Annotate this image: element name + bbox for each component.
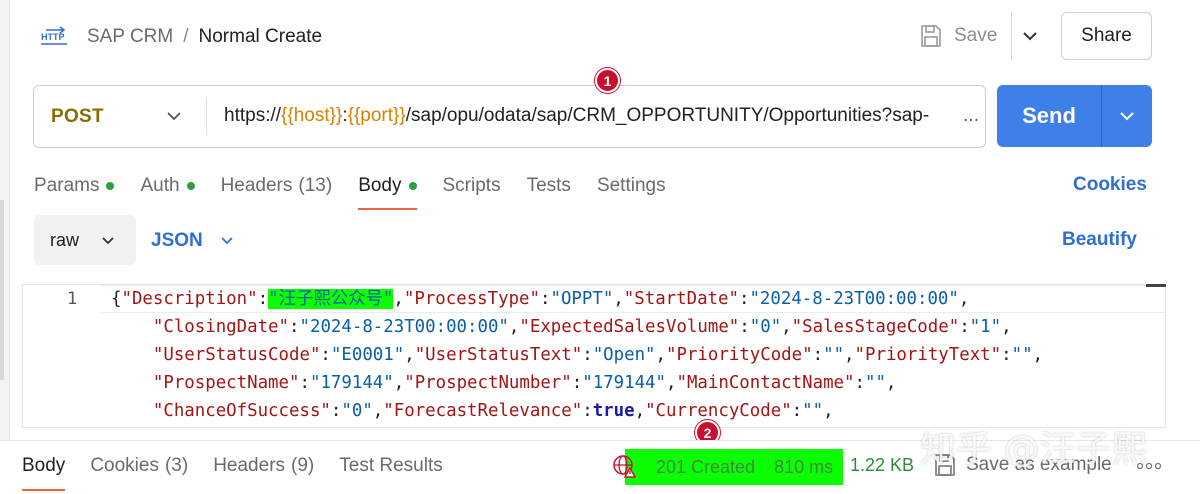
chevron-down-icon	[102, 237, 114, 245]
save-as-example-button[interactable]: Save as example	[934, 453, 1112, 477]
status-dot	[106, 182, 115, 190]
tab-params[interactable]: Params	[34, 172, 115, 200]
tab-scripts[interactable]: Scripts	[443, 172, 501, 200]
tab-label: Scripts	[442, 175, 501, 196]
url-ellipsis: ...	[961, 103, 979, 129]
code-content: {"Description":"汪子熙公众号","ProcessType":"O…	[111, 285, 1161, 425]
send-options-button[interactable]	[1102, 85, 1152, 147]
tab-body[interactable]: Body	[358, 172, 417, 210]
tab-label: Params	[34, 175, 100, 196]
annotation-badge-1: 1	[595, 68, 620, 93]
request-title[interactable]: Normal Create	[199, 26, 323, 47]
url-var-port: {{port}}	[347, 105, 406, 126]
status-code: 201 Created	[656, 456, 756, 477]
editor-gutter: 1	[23, 285, 101, 427]
line-number: 1	[67, 289, 78, 309]
chevron-down-icon	[221, 237, 233, 245]
svg-text:HTTP: HTTP	[41, 32, 65, 42]
more-dots-icon[interactable]	[1137, 462, 1161, 470]
breadcrumb-separator: /	[183, 26, 189, 47]
status-dot	[408, 182, 417, 190]
tab-label: Settings	[596, 175, 666, 196]
floppy-disk-icon	[921, 25, 941, 47]
save-options-button[interactable]	[1018, 24, 1042, 48]
response-tab-body[interactable]: Body	[22, 455, 66, 491]
request-header: HTTP SAP CRM / Normal Create Save Share	[0, 0, 1200, 72]
code-line: {"Description":"汪子熙公众号","ProcessType":"O…	[111, 289, 970, 309]
response-tab-test-results[interactable]: Test Results	[339, 455, 442, 477]
method-select[interactable]: POST	[34, 86, 206, 147]
url-divider	[206, 98, 207, 135]
url-var-host: {{host}}	[281, 105, 343, 126]
editor-scrollbar[interactable]	[1146, 284, 1166, 287]
highlighted-value: "汪子熙公众号"	[268, 289, 394, 309]
tab-settings[interactable]: Settings	[597, 172, 666, 200]
response-status[interactable]: 201 Created 810 ms	[625, 449, 843, 485]
body-format-select[interactable]: JSON	[151, 228, 235, 254]
share-button[interactable]: Share	[1061, 12, 1152, 60]
body-mode-label: raw	[50, 229, 80, 250]
save-label: Save	[954, 25, 998, 46]
tab-label: Body	[22, 455, 66, 476]
tab-count: (9)	[291, 455, 315, 476]
tab-count: (3)	[164, 455, 189, 476]
response-tab-headers[interactable]: Headers (9)	[213, 455, 314, 477]
tab-label: Body	[358, 175, 402, 196]
breadcrumb-collection[interactable]: SAP CRM	[87, 26, 173, 47]
tab-headers[interactable]: Headers (13)	[221, 172, 333, 200]
url-bar: POST https://{{host}}:{{port}}/sap/opu/o…	[33, 85, 986, 148]
chevron-down-icon	[1023, 32, 1037, 41]
url-path: /sap/opu/odata/sap/CRM_OPPORTUNITY/Oppor…	[405, 105, 930, 126]
code-line: "ProspectName":"179144","ProspectNumber"…	[152, 373, 897, 393]
code-line: "UserStatusCode":"E0001","UserStatusText…	[152, 345, 1044, 365]
response-bar: Body Cookies (3) Headers (9) Test Results …	[0, 440, 1200, 494]
url-input[interactable]: https://{{host}}:{{port}}/sap/opu/odata/…	[224, 103, 979, 129]
response-tabs: Body Cookies (3) Headers (9) Test Results	[22, 455, 468, 491]
save-button[interactable]: Save	[920, 22, 997, 50]
code-line: "ClosingDate":"2024-8-23T00:00:00","Expe…	[152, 317, 1012, 337]
body-editor[interactable]: 1 {"Description":"汪子熙公众号","ProcessType":…	[22, 284, 1166, 428]
tab-label: Headers	[220, 175, 293, 196]
http-file-icon: HTTP	[40, 24, 68, 48]
response-size[interactable]: 1.22 KB	[850, 455, 914, 476]
tab-label: Auth	[140, 175, 180, 196]
chevron-down-icon	[1120, 112, 1134, 121]
left-edge-panel	[0, 0, 10, 494]
status-dot	[186, 182, 195, 190]
body-mode-select[interactable]: raw	[34, 215, 136, 265]
tab-auth[interactable]: Auth	[140, 172, 195, 200]
beautify-button[interactable]: Beautify	[1062, 229, 1137, 251]
header-divider	[1011, 12, 1012, 60]
url-prefix: https://	[224, 105, 282, 126]
tab-tests[interactable]: Tests	[527, 172, 571, 200]
send-button[interactable]: Send	[997, 85, 1101, 147]
cookies-link[interactable]: Cookies	[1073, 174, 1147, 196]
chevron-down-icon	[167, 112, 181, 121]
body-format-label: JSON	[151, 230, 203, 251]
tab-label: Tests	[526, 175, 571, 196]
floppy-disk-icon	[935, 454, 955, 476]
tab-count: (13)	[298, 175, 333, 196]
response-tab-cookies[interactable]: Cookies (3)	[90, 455, 188, 477]
save-as-example-label: Save as example	[966, 454, 1112, 475]
send-button-group: Send	[997, 85, 1152, 147]
request-tabs: Params Auth Headers (13) Body Scripts Tes…	[34, 172, 692, 212]
breadcrumb: SAP CRM / Normal Create	[87, 25, 322, 49]
method-label: POST	[51, 105, 104, 127]
code-line: "ChanceOfSuccess":"0","ForecastRelevance…	[152, 401, 834, 421]
left-edge-marker	[0, 200, 4, 380]
tab-label: Test Results	[339, 455, 443, 476]
tab-label: Cookies	[90, 455, 159, 476]
response-time: 810 ms	[774, 456, 834, 477]
tab-label: Headers	[213, 455, 286, 476]
globe-warning-icon[interactable]	[612, 453, 638, 479]
